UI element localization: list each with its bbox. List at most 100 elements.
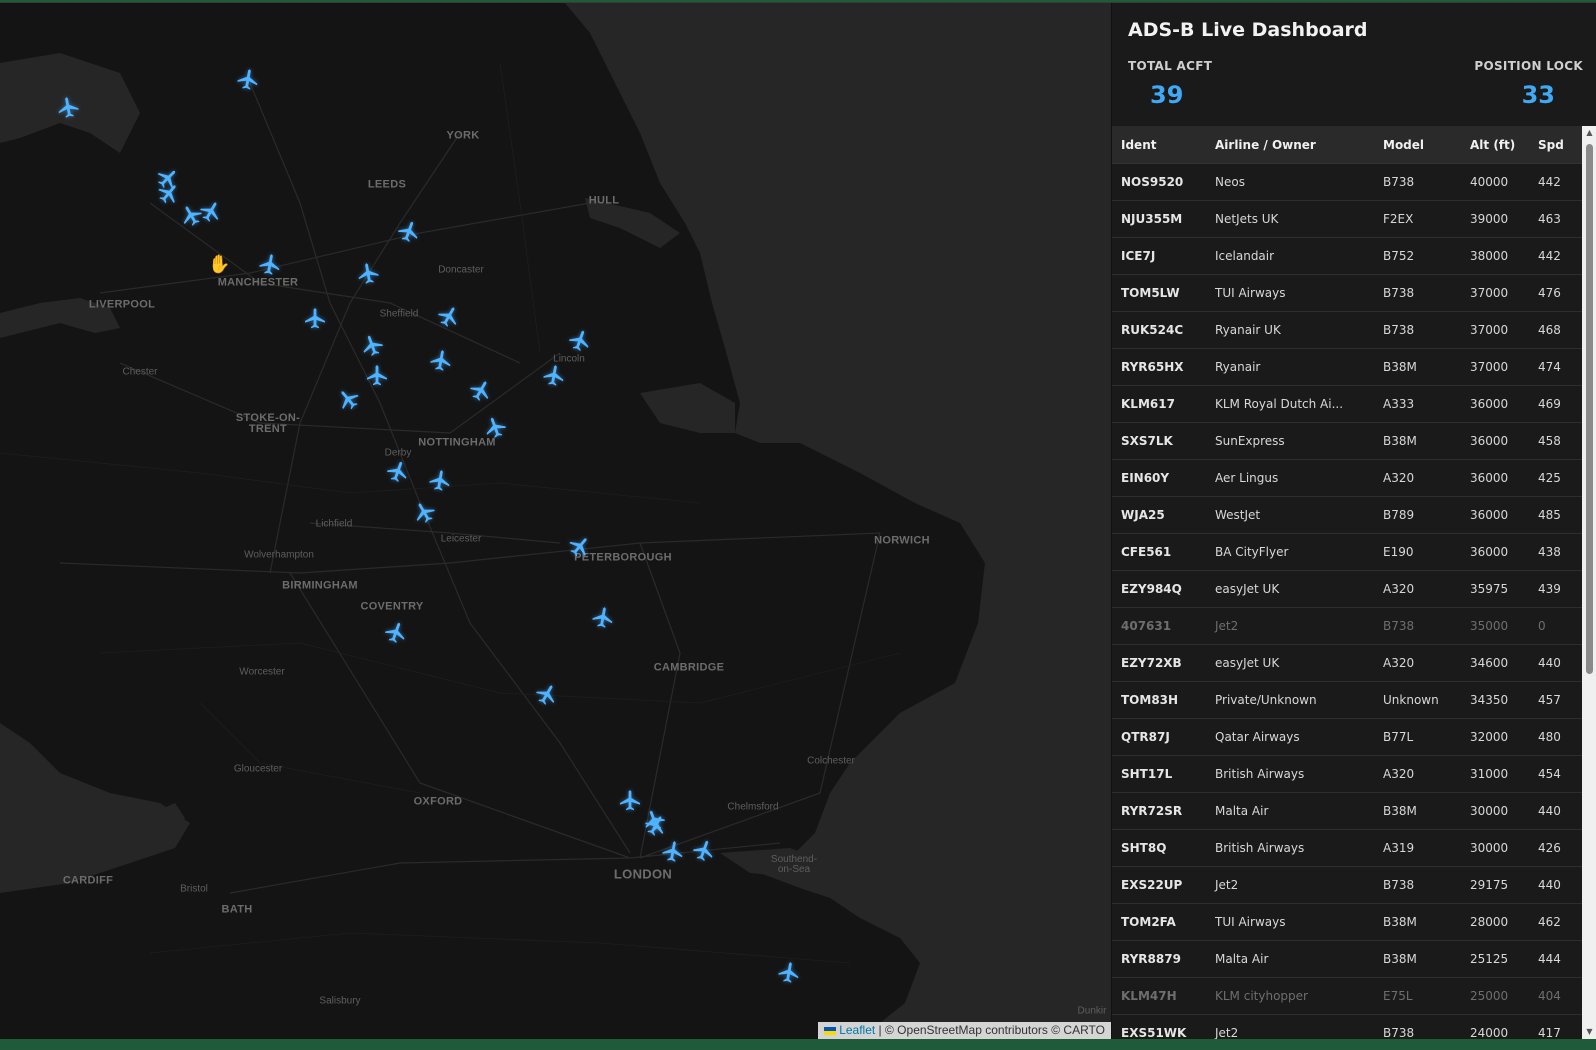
column-header-speed[interactable]: Spd (1529, 126, 1582, 164)
city-label: BATH (221, 903, 253, 916)
airplane-icon[interactable] (542, 363, 566, 387)
cell-speed: 404 (1529, 977, 1582, 1015)
table-row[interactable]: QTR87J Qatar Airways B77L 32000 480 (1112, 718, 1582, 756)
airplane-icon[interactable] (429, 348, 453, 372)
airplane-icon[interactable] (157, 181, 181, 205)
airplane-icon[interactable] (535, 682, 559, 706)
cell-ident: ICE7J (1112, 237, 1206, 275)
cell-model: B38M (1374, 348, 1461, 386)
table-row[interactable]: SXS7LK SunExpress B38M 36000 458 (1112, 422, 1582, 460)
hand-cursor-icon: ✋ (208, 254, 231, 275)
table-header-row: Ident Airline / Owner Model Alt (ft) Spd (1112, 126, 1582, 164)
airplane-icon[interactable] (568, 328, 592, 352)
column-header-model[interactable]: Model (1374, 126, 1461, 164)
cell-speed: 476 (1529, 274, 1582, 312)
city-label: OXFORD (413, 795, 463, 808)
airplane-icon[interactable] (365, 363, 389, 387)
airplane-icon[interactable] (568, 534, 592, 558)
table-row[interactable]: EZY72XB easyJet UK A320 34600 440 (1112, 644, 1582, 682)
table-row[interactable]: SHT8Q British Airways A319 30000 426 (1112, 829, 1582, 867)
cell-airline: Ryanair UK (1206, 311, 1374, 349)
table-row[interactable]: EXS51WK Jet2 B738 24000 417 (1112, 1014, 1582, 1039)
cell-ident: RUK524C (1112, 311, 1206, 349)
airplane-icon[interactable] (661, 839, 685, 863)
cell-speed: 457 (1529, 681, 1582, 719)
column-header-ident[interactable]: Ident (1112, 126, 1206, 164)
scroll-down-arrow-icon[interactable]: ▼ (1582, 1025, 1596, 1039)
cell-altitude: 38000 (1461, 237, 1529, 275)
cell-altitude: 30000 (1461, 829, 1529, 867)
airplane-icon[interactable] (360, 333, 384, 357)
leaflet-link[interactable]: Leaflet (839, 1023, 875, 1037)
cell-ident: EZY984Q (1112, 570, 1206, 608)
cell-speed: 485 (1529, 496, 1582, 534)
airplane-icon[interactable] (384, 620, 408, 644)
cell-altitude: 37000 (1461, 311, 1529, 349)
town-label: Chester (122, 366, 158, 378)
scrollbar-thumb[interactable] (1586, 144, 1593, 674)
table-row[interactable]: EXS22UP Jet2 B738 29175 440 (1112, 866, 1582, 904)
airplane-icon[interactable] (356, 261, 380, 285)
airplane-icon[interactable] (483, 415, 507, 439)
table-row[interactable]: NOS9520 Neos B738 40000 442 (1112, 163, 1582, 201)
table-row[interactable]: ICE7J Icelandair B752 38000 442 (1112, 237, 1582, 275)
airplane-icon[interactable] (644, 813, 668, 837)
town-label: Wolverhampton (244, 549, 314, 561)
table-row[interactable]: RYR72SR Malta Air B38M 30000 440 (1112, 792, 1582, 830)
table-row[interactable]: TOM5LW TUI Airways B738 37000 476 (1112, 274, 1582, 312)
map-view[interactable]: YORK LEEDS HULL MANCHESTER LIVERPOOL STO… (0, 3, 1111, 1039)
airplane-icon[interactable] (236, 67, 260, 91)
table-row[interactable]: CFE561 BA CityFlyer E190 36000 438 (1112, 533, 1582, 571)
airplane-icon[interactable] (428, 468, 452, 492)
table-row[interactable]: SHT17L British Airways A320 31000 454 (1112, 755, 1582, 793)
airplane-icon[interactable] (386, 459, 410, 483)
airplane-icon[interactable] (412, 500, 436, 524)
airplane-icon[interactable] (303, 306, 327, 330)
table-row[interactable]: RYR8879 Malta Air B38M 25125 444 (1112, 940, 1582, 978)
aircraft-table-container[interactable]: Ident Airline / Owner Model Alt (ft) Spd… (1112, 126, 1582, 1039)
column-header-altitude[interactable]: Alt (ft) (1461, 126, 1529, 164)
table-row[interactable]: KLM47H KLM cityhopper E75L 25000 404 (1112, 977, 1582, 1015)
table-row[interactable]: RYR65HX Ryanair B38M 37000 474 (1112, 348, 1582, 386)
city-label: COVENTRY (360, 600, 424, 613)
cell-ident: 407631 (1112, 607, 1206, 645)
town-label: Southend-on-Sea (770, 854, 818, 875)
airplane-icon[interactable] (397, 219, 421, 243)
ukraine-flag-icon (824, 1026, 837, 1035)
airplane-icon[interactable] (618, 788, 642, 812)
airplane-icon[interactable] (336, 387, 360, 411)
cell-ident: SHT8Q (1112, 829, 1206, 867)
table-row[interactable]: TOM83H Private/Unknown Unknown 34350 457 (1112, 681, 1582, 719)
table-row[interactable]: NJU355M NetJets UK F2EX 39000 463 (1112, 200, 1582, 238)
table-row[interactable]: TOM2FA TUI Airways B38M 28000 462 (1112, 903, 1582, 941)
airplane-icon[interactable] (777, 960, 801, 984)
cell-speed: 468 (1529, 311, 1582, 349)
column-header-airline[interactable]: Airline / Owner (1206, 126, 1374, 164)
town-label: Chelmsford (727, 801, 779, 813)
cell-model: B789 (1374, 496, 1461, 534)
table-row[interactable]: WJA25 WestJet B789 36000 485 (1112, 496, 1582, 534)
table-row[interactable]: 407631 Jet2 B738 35000 0 (1112, 607, 1582, 645)
cell-ident: TOM2FA (1112, 903, 1206, 941)
airplane-icon[interactable] (258, 252, 282, 276)
table-row[interactable]: KLM617 KLM Royal Dutch Ai... A333 36000 469 (1112, 385, 1582, 423)
airplane-icon[interactable] (469, 378, 493, 402)
cell-altitude: 25125 (1461, 940, 1529, 978)
scroll-up-arrow-icon[interactable]: ▲ (1582, 126, 1596, 140)
cell-model: B38M (1374, 422, 1461, 460)
table-row[interactable]: EIN60Y Aer Lingus A320 36000 425 (1112, 459, 1582, 497)
cell-ident: SHT17L (1112, 755, 1206, 793)
cell-altitude: 24000 (1461, 1014, 1529, 1039)
airplane-icon[interactable] (692, 838, 716, 862)
table-row[interactable]: RUK524C Ryanair UK B738 37000 468 (1112, 311, 1582, 349)
airplane-icon[interactable] (437, 304, 461, 328)
airplane-icon[interactable] (56, 95, 80, 119)
aircraft-table: Ident Airline / Owner Model Alt (ft) Spd… (1112, 126, 1582, 1039)
table-row[interactable]: EZY984Q easyJet UK A320 35975 439 (1112, 570, 1582, 608)
table-scrollbar[interactable]: ▲ ▼ (1582, 126, 1596, 1039)
cell-speed: 440 (1529, 644, 1582, 682)
city-label: LONDON (613, 866, 673, 882)
airplane-icon[interactable] (591, 605, 615, 629)
cell-airline: TUI Airways (1206, 274, 1374, 312)
airplane-icon[interactable] (199, 199, 223, 223)
